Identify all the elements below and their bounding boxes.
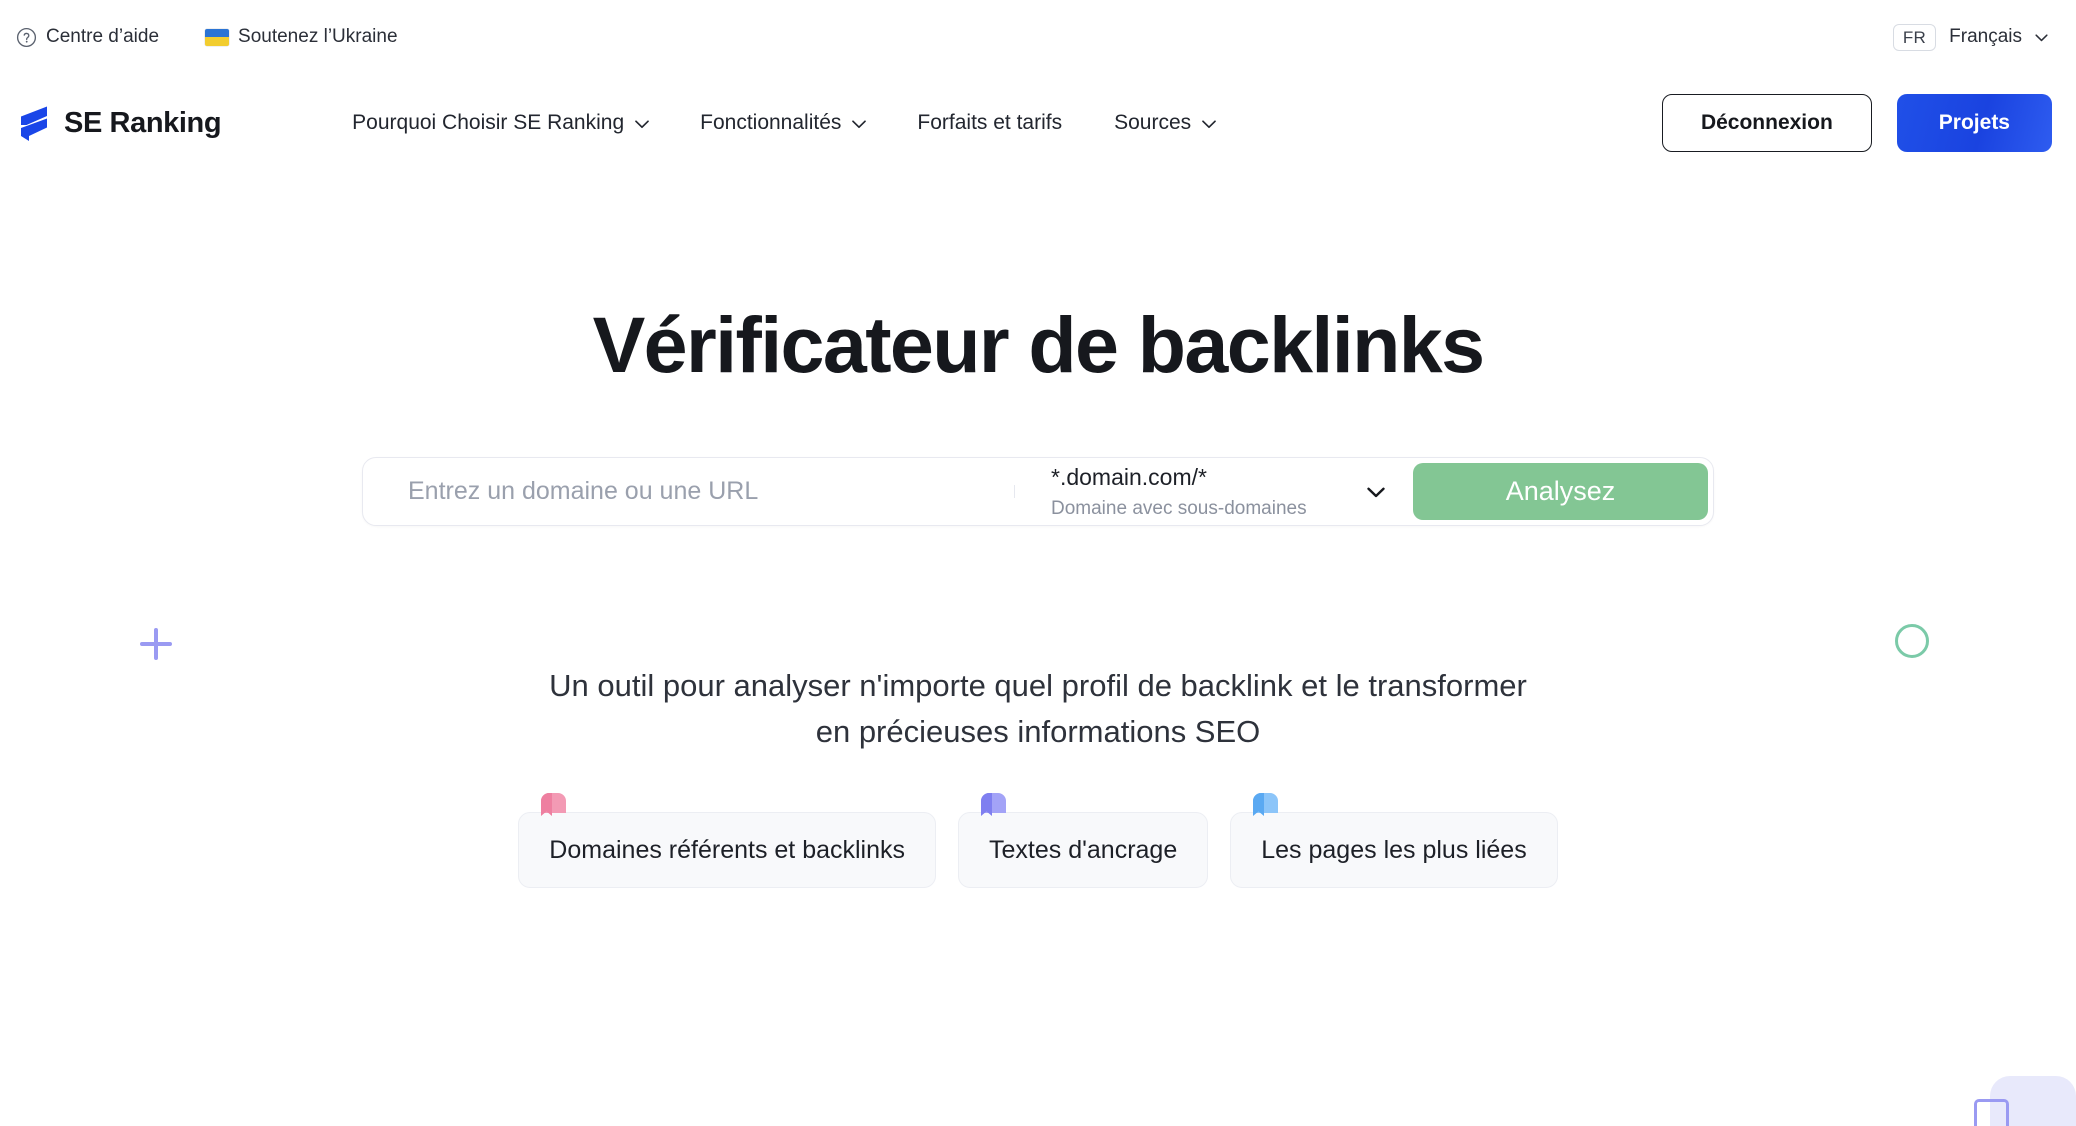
hero-subtitle: Un outil pour analyser n'importe quel pr…	[549, 668, 1527, 750]
nav-item-label: Sources	[1114, 111, 1192, 134]
page-title: Vérificateur de backlinks	[592, 300, 1485, 389]
ukraine-flag-icon	[205, 28, 230, 46]
logout-button[interactable]: Déconnexion	[1661, 94, 1872, 152]
feature-card-most-linked-pages[interactable]: Les pages les plus liées	[1230, 793, 1558, 889]
search-mode-dropdown[interactable]: *.domain.com/* Domaine avec sous-domaine…	[1015, 463, 1413, 521]
top-utility-bar: Centre d’aide Soutenez l’Ukraine FR Fran…	[0, 0, 2076, 74]
language-selector[interactable]: FR Français	[1892, 23, 2048, 51]
chevron-down-icon	[635, 120, 649, 129]
analyze-button[interactable]: Analysez	[1413, 462, 1708, 521]
chevron-down-icon	[852, 120, 867, 129]
question-circle-icon	[16, 27, 37, 48]
support-ukraine-label: Soutenez l’Ukraine	[238, 26, 398, 47]
search-mode-value: *.domain.com/*	[1051, 463, 1207, 490]
se-ranking-bolt-logo	[16, 103, 52, 143]
domain-url-input[interactable]	[368, 462, 1014, 521]
chevron-down-icon	[1202, 120, 1216, 129]
main-navigation-bar: SE Ranking Pourquoi Choisir SE Ranking F…	[0, 74, 2076, 172]
feature-card-anchor-texts[interactable]: Textes d'ancrage	[958, 793, 1209, 889]
feature-card-label: Les pages les plus liées	[1261, 835, 1527, 864]
brand-logo-link[interactable]: SE Ranking	[16, 103, 222, 143]
nav-actions-group: Déconnexion Projets	[1661, 94, 2052, 152]
language-name-label: Français	[1949, 26, 2022, 47]
search-mode-description: Domaine avec sous-domaines	[1051, 497, 1307, 519]
help-center-label: Centre d’aide	[46, 26, 160, 47]
bookmark-icon	[541, 793, 567, 835]
nav-item-resources[interactable]: Sources	[1088, 101, 1241, 145]
backlink-search-widget: *.domain.com/* Domaine avec sous-domaine…	[362, 456, 1714, 527]
feature-card-referring-domains[interactable]: Domaines référents et backlinks	[518, 793, 937, 889]
feature-cards-row: Domaines référents et backlinks Textes d…	[318, 793, 1758, 889]
nav-item-pricing[interactable]: Forfaits et tarifs	[891, 101, 1088, 145]
decorative-plus-icon	[138, 626, 174, 662]
support-ukraine-link[interactable]: Soutenez l’Ukraine	[205, 26, 398, 48]
decorative-square-outline-shape	[1974, 1099, 2009, 1126]
nav-item-label: Fonctionnalités	[700, 111, 842, 134]
feature-card-label: Domaines référents et backlinks	[549, 835, 906, 864]
chevron-down-icon	[1367, 487, 1385, 498]
projects-button[interactable]: Projets	[1896, 94, 2052, 152]
nav-item-features[interactable]: Fonctionnalités	[674, 101, 891, 145]
feature-card-label: Textes d'ancrage	[989, 835, 1178, 864]
help-center-link[interactable]: Centre d’aide	[16, 26, 159, 48]
bookmark-icon	[1253, 793, 1279, 835]
nav-links-group: Pourquoi Choisir SE Ranking Fonctionnali…	[326, 101, 1241, 145]
language-code-badge: FR	[1892, 23, 1937, 51]
chevron-down-icon	[2035, 34, 2048, 42]
nav-item-why-se-ranking[interactable]: Pourquoi Choisir SE Ranking	[326, 101, 674, 145]
bookmark-icon	[981, 793, 1007, 835]
nav-item-label: Forfaits et tarifs	[917, 111, 1063, 134]
decorative-circle-shape	[1895, 624, 1929, 658]
topbar-left-group: Centre d’aide Soutenez l’Ukraine	[16, 26, 398, 48]
brand-name-label: SE Ranking	[64, 106, 222, 139]
hero-section: Vérificateur de backlinks *.domain.com/*…	[0, 172, 2076, 1126]
nav-item-label: Pourquoi Choisir SE Ranking	[352, 111, 625, 134]
